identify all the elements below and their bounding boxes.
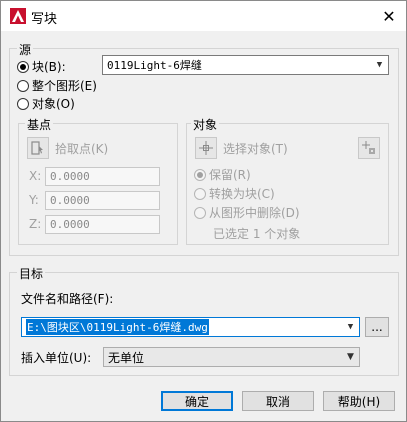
insert-units-dropdown[interactable]: 无单位 ▼	[103, 347, 360, 367]
radio-entire-drawing[interactable]: 整个图形(E)	[17, 77, 97, 94]
radio-objects-indicator	[17, 97, 29, 110]
radio-retain-label: 保留(R)	[209, 168, 251, 182]
units-label: 插入单位(U):	[21, 351, 92, 365]
ok-button[interactable]: 确定	[161, 391, 233, 411]
autocad-app-icon	[10, 8, 26, 24]
radio-objects[interactable]: 对象(O)	[17, 95, 75, 112]
y-field[interactable]: 0.0000	[45, 191, 160, 210]
cancel-button-label: 取消	[265, 394, 290, 409]
base-point-group-label: 基点	[25, 116, 54, 133]
window-title: 写块	[31, 12, 58, 27]
radio-delete-from-drawing-label: 从图形中删除(D)	[209, 206, 300, 220]
cancel-button[interactable]: 取消	[242, 391, 314, 411]
quick-select-icon	[362, 141, 375, 154]
quick-select-button[interactable]	[358, 137, 380, 159]
file-path-value: E:\图块区\0119Light-6焊缝.dwg	[26, 319, 209, 335]
browse-button-label: ...	[371, 320, 383, 334]
radio-convert-to-block-indicator	[194, 187, 206, 200]
radio-convert-to-block-label: 转换为块(C)	[209, 187, 275, 201]
close-button[interactable]: ✕	[372, 1, 406, 31]
x-label: X:	[29, 169, 42, 183]
write-block-dialog: 写块 ✕ 源 块(B): 整个图形(E) 对象(O) 0119Light-6焊缝…	[0, 0, 407, 422]
block-name-value: 0119Light-6焊缝	[107, 59, 202, 72]
title-bar: 写块 ✕	[1, 1, 406, 31]
x-field[interactable]: 0.0000	[45, 167, 160, 186]
target-group-label: 目标	[17, 265, 46, 282]
radio-delete-from-drawing[interactable]: 从图形中删除(D)	[194, 204, 300, 221]
help-button[interactable]: 帮助(H)	[323, 391, 395, 411]
y-value: 0.0000	[50, 194, 90, 207]
ok-button-label: 确定	[184, 394, 209, 409]
block-name-dropdown[interactable]: 0119Light-6焊缝 ▼	[102, 55, 389, 75]
source-group-label: 源	[17, 41, 34, 58]
objects-selected-status: 已选定 1 个对象	[213, 227, 301, 241]
z-label: Z:	[29, 217, 42, 231]
radio-block-label: 块(B):	[32, 60, 66, 74]
crosshair-icon	[199, 141, 213, 155]
browse-button[interactable]: ...	[365, 317, 389, 337]
radio-objects-label: 对象(O)	[32, 97, 75, 111]
radio-delete-from-drawing-indicator	[194, 206, 206, 219]
pick-point-button[interactable]	[27, 137, 49, 159]
pick-point-icon	[31, 141, 43, 155]
help-button-label: 帮助(H)	[337, 394, 381, 409]
select-objects-label: 选择对象(T)	[223, 142, 288, 156]
z-field[interactable]: 0.0000	[45, 215, 160, 234]
file-path-input[interactable]: E:\图块区\0119Light-6焊缝.dwg ▼	[21, 317, 360, 337]
radio-retain-indicator	[194, 168, 206, 181]
select-objects-button[interactable]	[195, 137, 217, 159]
radio-entire-drawing-indicator	[17, 79, 29, 92]
objects-group-label: 对象	[191, 116, 220, 133]
radio-entire-drawing-label: 整个图形(E)	[32, 79, 97, 93]
chevron-down-icon: ▼	[376, 60, 383, 70]
path-label: 文件名和路径(F):	[21, 292, 114, 306]
pick-point-label: 拾取点(K)	[55, 142, 109, 156]
radio-convert-to-block[interactable]: 转换为块(C)	[194, 185, 275, 202]
x-value: 0.0000	[50, 170, 90, 183]
z-value: 0.0000	[50, 218, 90, 231]
chevron-down-icon: ▼	[347, 352, 354, 362]
close-icon: ✕	[382, 6, 396, 26]
radio-block-indicator	[17, 60, 29, 73]
insert-units-value: 无单位	[108, 350, 145, 365]
chevron-down-icon: ▼	[347, 322, 354, 332]
y-label: Y:	[29, 193, 39, 207]
radio-block[interactable]: 块(B):	[17, 58, 66, 75]
radio-retain[interactable]: 保留(R)	[194, 166, 251, 183]
